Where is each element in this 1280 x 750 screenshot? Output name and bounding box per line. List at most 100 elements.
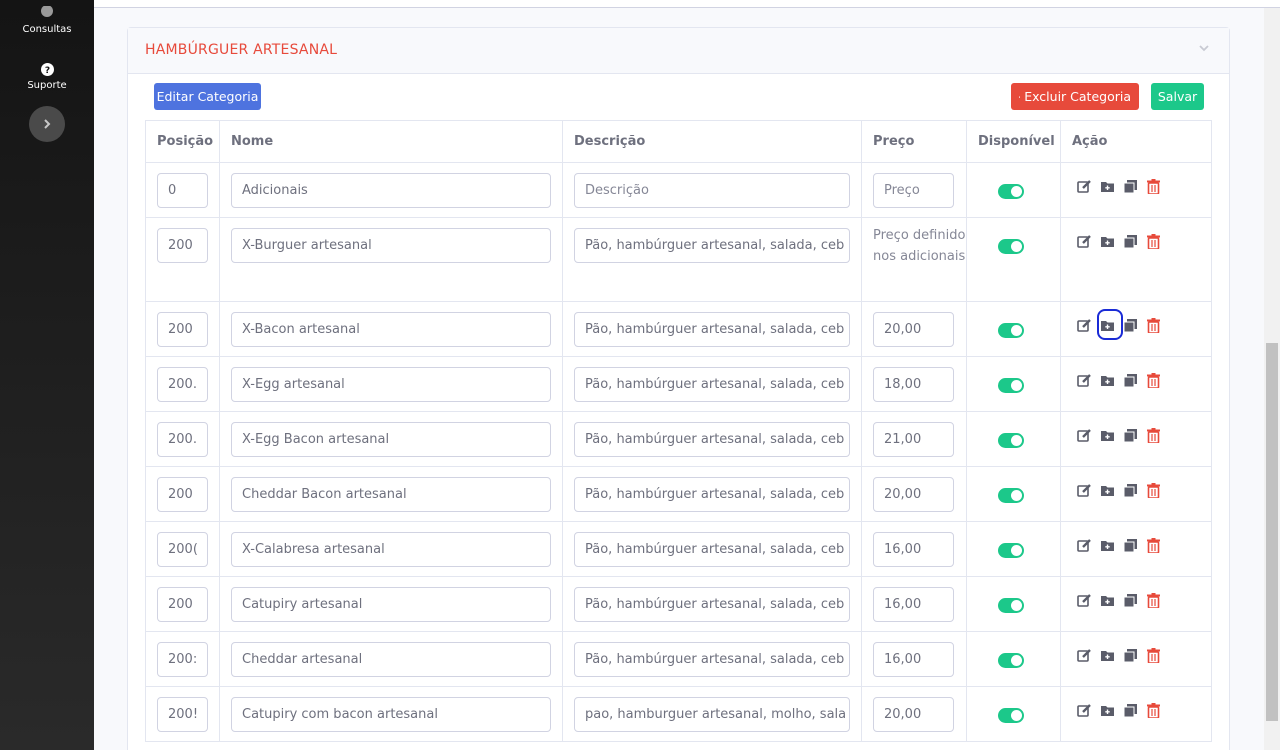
folder-plus-icon[interactable] — [1099, 647, 1115, 663]
position-input[interactable]: 200 — [157, 312, 208, 347]
available-toggle[interactable] — [998, 433, 1024, 448]
price-input[interactable]: 20,00 — [873, 477, 954, 512]
name-input[interactable]: X-Egg artesanal — [231, 367, 551, 402]
position-input[interactable]: 200: — [157, 642, 208, 677]
position-input[interactable]: 200! — [157, 697, 208, 732]
name-input[interactable]: X-Burguer artesanal — [231, 228, 551, 263]
folder-plus-icon[interactable] — [1099, 592, 1115, 608]
price-input[interactable]: 20,00 — [873, 697, 954, 732]
scrollbar[interactable] — [1264, 8, 1280, 750]
available-toggle[interactable] — [998, 323, 1024, 338]
folder-plus-icon[interactable] — [1099, 372, 1115, 388]
available-toggle[interactable] — [998, 653, 1024, 668]
name-input[interactable]: Cheddar artesanal — [231, 642, 551, 677]
price-cell: 20,00 — [861, 301, 967, 357]
price-input[interactable]: 18,00 — [873, 367, 954, 402]
name-input[interactable]: X-Egg Bacon artesanal — [231, 422, 551, 457]
trash-icon[interactable] — [1145, 372, 1161, 388]
copy-icon[interactable] — [1122, 178, 1138, 194]
description-input[interactable]: Pão, hambúrguer artesanal, salada, ceb — [574, 422, 850, 457]
position-input[interactable]: 200 — [157, 228, 208, 263]
description-input[interactable]: Pão, hambúrguer artesanal, salada, ceb — [574, 477, 850, 512]
copy-icon[interactable] — [1122, 233, 1138, 249]
position-input[interactable]: 200( — [157, 532, 208, 567]
trash-icon[interactable] — [1145, 178, 1161, 194]
sidebar-item-consultas[interactable]: Consultas — [0, 6, 94, 35]
edit-icon[interactable] — [1076, 537, 1092, 553]
available-toggle[interactable] — [998, 543, 1024, 558]
available-toggle[interactable] — [998, 184, 1024, 199]
sidebar-item-suporte[interactable]: ? Suporte — [0, 63, 94, 91]
name-input[interactable]: Adicionais — [231, 173, 551, 208]
edit-icon[interactable] — [1076, 427, 1092, 443]
copy-icon[interactable] — [1122, 702, 1138, 718]
price-input[interactable]: 16,00 — [873, 587, 954, 622]
copy-icon[interactable] — [1122, 537, 1138, 553]
trash-icon[interactable] — [1145, 482, 1161, 498]
price-input[interactable]: 21,00 — [873, 422, 954, 457]
delete-category-button[interactable]: Excluir Categoria — [1011, 83, 1139, 110]
copy-icon[interactable] — [1122, 592, 1138, 608]
edit-icon[interactable] — [1076, 233, 1092, 249]
scrollbar-thumb[interactable] — [1266, 343, 1278, 721]
price-input[interactable]: 16,00 — [873, 532, 954, 567]
price-input[interactable]: Preço — [873, 173, 954, 208]
description-input[interactable]: Pão, hambúrguer artesanal, salada, ceb — [574, 367, 850, 402]
folder-plus-icon[interactable] — [1099, 537, 1115, 553]
name-input[interactable]: X-Calabresa artesanal — [231, 532, 551, 567]
trash-icon[interactable] — [1145, 233, 1161, 249]
edit-icon[interactable] — [1076, 317, 1092, 333]
position-input[interactable]: 0 — [157, 173, 208, 208]
price-input[interactable]: 16,00 — [873, 642, 954, 677]
copy-icon[interactable] — [1122, 427, 1138, 443]
category-header[interactable]: HAMBÚRGUER ARTESANAL — [128, 28, 1229, 74]
sidebar-toggle-button[interactable] — [29, 106, 65, 142]
edit-icon[interactable] — [1076, 178, 1092, 194]
edit-icon[interactable] — [1076, 482, 1092, 498]
position-input[interactable]: 200 — [157, 477, 208, 512]
available-toggle[interactable] — [998, 488, 1024, 503]
description-input[interactable]: Pão, hambúrguer artesanal, salada, ceb — [574, 642, 850, 677]
name-input[interactable]: X-Bacon artesanal — [231, 312, 551, 347]
chevron-down-icon[interactable] — [1199, 44, 1209, 52]
folder-plus-icon[interactable] — [1099, 702, 1115, 718]
edit-icon[interactable] — [1076, 592, 1092, 608]
edit-icon[interactable] — [1076, 372, 1092, 388]
description-input[interactable]: pao, hamburguer artesanal, molho, sala — [574, 697, 850, 732]
trash-icon[interactable] — [1145, 427, 1161, 443]
folder-plus-icon[interactable] — [1099, 233, 1115, 249]
folder-plus-icon[interactable] — [1099, 178, 1115, 194]
edit-icon[interactable] — [1076, 647, 1092, 663]
position-input[interactable]: 200 — [157, 587, 208, 622]
price-input[interactable]: 20,00 — [873, 312, 954, 347]
description-input[interactable]: Pão, hambúrguer artesanal, salada, ceb — [574, 587, 850, 622]
folder-plus-icon[interactable] — [1099, 427, 1115, 443]
table-header-row: Posição Nome Descrição Preço Disponível … — [145, 120, 1212, 163]
description-input[interactable]: Pão, hambúrguer artesanal, salada, ceb — [574, 228, 850, 263]
edit-category-button[interactable]: Editar Categoria — [154, 83, 261, 110]
copy-icon[interactable] — [1122, 647, 1138, 663]
available-toggle[interactable] — [998, 708, 1024, 723]
edit-icon[interactable] — [1076, 702, 1092, 718]
trash-icon[interactable] — [1145, 537, 1161, 553]
copy-icon[interactable] — [1122, 317, 1138, 333]
description-input[interactable]: Descrição — [574, 173, 850, 208]
available-toggle[interactable] — [998, 378, 1024, 393]
copy-icon[interactable] — [1122, 372, 1138, 388]
description-input[interactable]: Pão, hambúrguer artesanal, salada, ceb — [574, 532, 850, 567]
description-input[interactable]: Pão, hambúrguer artesanal, salada, ceb — [574, 312, 850, 347]
available-toggle[interactable] — [998, 239, 1024, 254]
trash-icon[interactable] — [1145, 647, 1161, 663]
trash-icon[interactable] — [1145, 592, 1161, 608]
name-input[interactable]: Cheddar Bacon artesanal — [231, 477, 551, 512]
position-input[interactable]: 200. — [157, 367, 208, 402]
name-input[interactable]: Catupiry com bacon artesanal — [231, 697, 551, 732]
folder-plus-icon[interactable] — [1099, 482, 1115, 498]
save-button[interactable]: Salvar — [1151, 83, 1204, 110]
name-input[interactable]: Catupiry artesanal — [231, 587, 551, 622]
trash-icon[interactable] — [1145, 702, 1161, 718]
copy-icon[interactable] — [1122, 482, 1138, 498]
available-toggle[interactable] — [998, 598, 1024, 613]
position-input[interactable]: 200. — [157, 422, 208, 457]
trash-icon[interactable] — [1145, 317, 1161, 333]
